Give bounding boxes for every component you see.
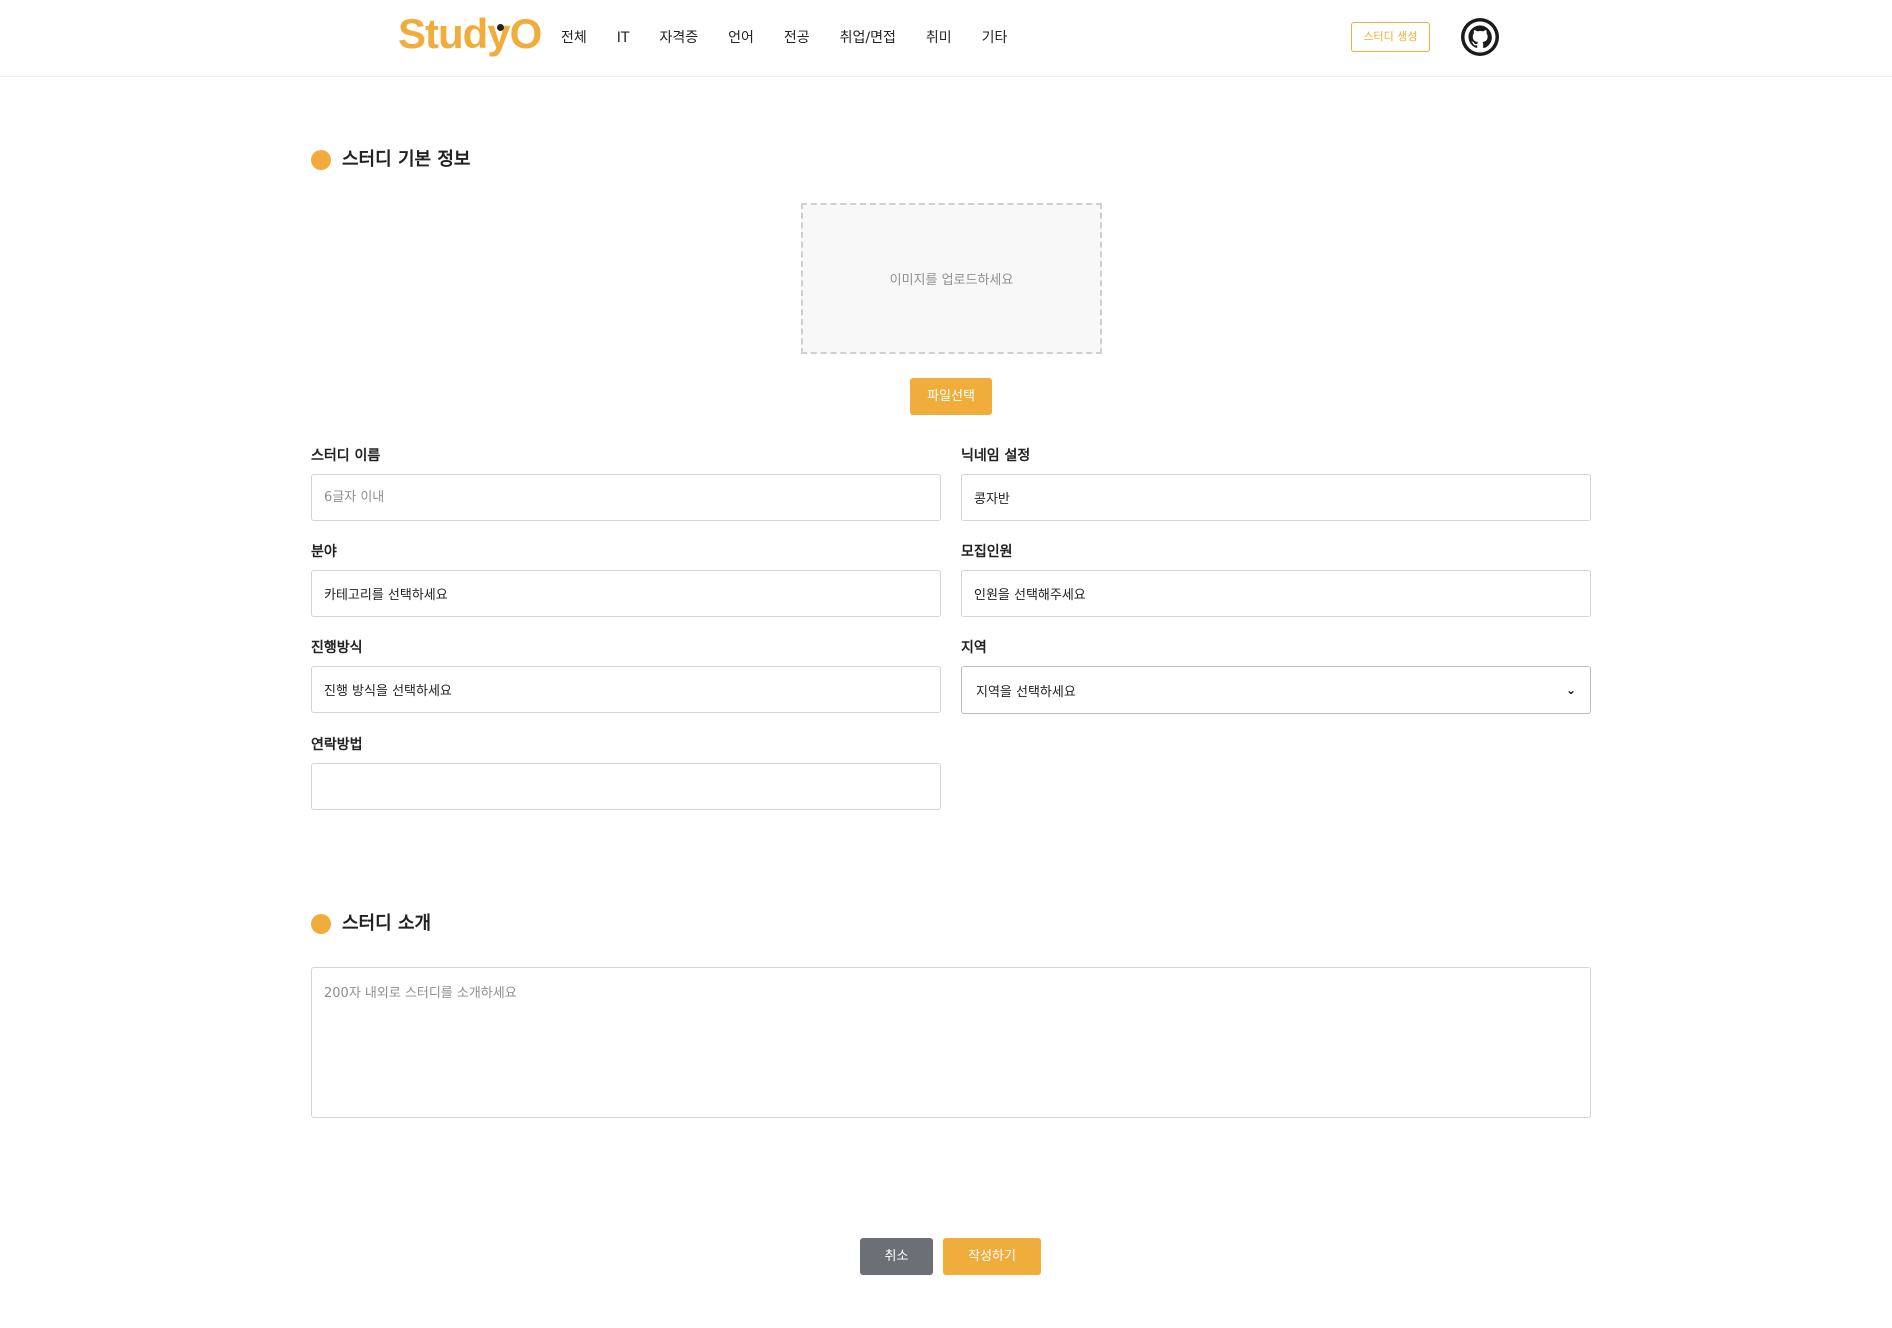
study-name-input[interactable] bbox=[311, 474, 941, 521]
nav-item-major[interactable]: 전공 bbox=[784, 27, 810, 49]
nav-item-etc[interactable]: 기타 bbox=[982, 27, 1008, 49]
method-input[interactable] bbox=[311, 666, 941, 713]
section-title: 스터디 소개 bbox=[342, 913, 432, 934]
submit-button[interactable]: 작성하기 bbox=[943, 1238, 1041, 1275]
section-title: 스터디 기본 정보 bbox=[342, 149, 471, 170]
nav-item-it[interactable]: IT bbox=[617, 27, 630, 49]
nickname-label: 닉네임 설정 bbox=[961, 448, 1031, 464]
section-bullet bbox=[311, 150, 331, 170]
logo-dot bbox=[497, 24, 504, 31]
create-study-button[interactable]: 스터디 생성 bbox=[1351, 22, 1430, 52]
intro-textarea[interactable] bbox=[311, 967, 1591, 1118]
nickname-input[interactable] bbox=[961, 474, 1591, 521]
method-label: 진행방식 bbox=[311, 640, 363, 656]
category-label: 분야 bbox=[311, 544, 337, 560]
main-nav: 전체 IT 자격증 언어 전공 취업/면접 취미 기타 bbox=[561, 27, 1037, 49]
category-input[interactable] bbox=[311, 570, 941, 617]
logo[interactable]: StudyO bbox=[398, 8, 542, 60]
recruit-input[interactable] bbox=[961, 570, 1591, 617]
upload-placeholder: 이미지를 업로드하세요 bbox=[889, 273, 1014, 288]
contact-label: 연락방법 bbox=[311, 737, 363, 753]
study-name-label: 스터디 이름 bbox=[311, 448, 381, 464]
file-select-button[interactable]: 파일선택 bbox=[910, 378, 992, 415]
nav-item-language[interactable]: 언어 bbox=[728, 27, 754, 49]
recruit-label: 모집인원 bbox=[961, 544, 1013, 560]
region-select[interactable]: 지역을 선택하세요 ⌄ bbox=[961, 666, 1591, 714]
intro-heading: 스터디 소개 bbox=[311, 913, 431, 935]
basic-info-heading: 스터디 기본 정보 bbox=[311, 149, 470, 171]
cancel-button[interactable]: 취소 bbox=[860, 1238, 933, 1275]
nav-item-all[interactable]: 전체 bbox=[561, 27, 587, 49]
top-header: StudyO 전체 IT 자격증 언어 전공 취업/면접 취미 기타 스터디 생… bbox=[0, 0, 1892, 77]
contact-input[interactable] bbox=[311, 763, 941, 810]
region-label: 지역 bbox=[961, 640, 987, 656]
region-selected-value: 지역을 선택하세요 bbox=[976, 684, 1076, 700]
github-icon[interactable] bbox=[1460, 17, 1500, 57]
nav-item-certificate[interactable]: 자격증 bbox=[659, 27, 698, 49]
chevron-down-icon: ⌄ bbox=[1565, 683, 1576, 697]
section-bullet bbox=[311, 914, 331, 934]
nav-item-job[interactable]: 취업/면접 bbox=[840, 27, 896, 49]
image-upload-area[interactable]: 이미지를 업로드하세요 bbox=[801, 203, 1102, 354]
nav-item-hobby[interactable]: 취미 bbox=[926, 27, 952, 49]
